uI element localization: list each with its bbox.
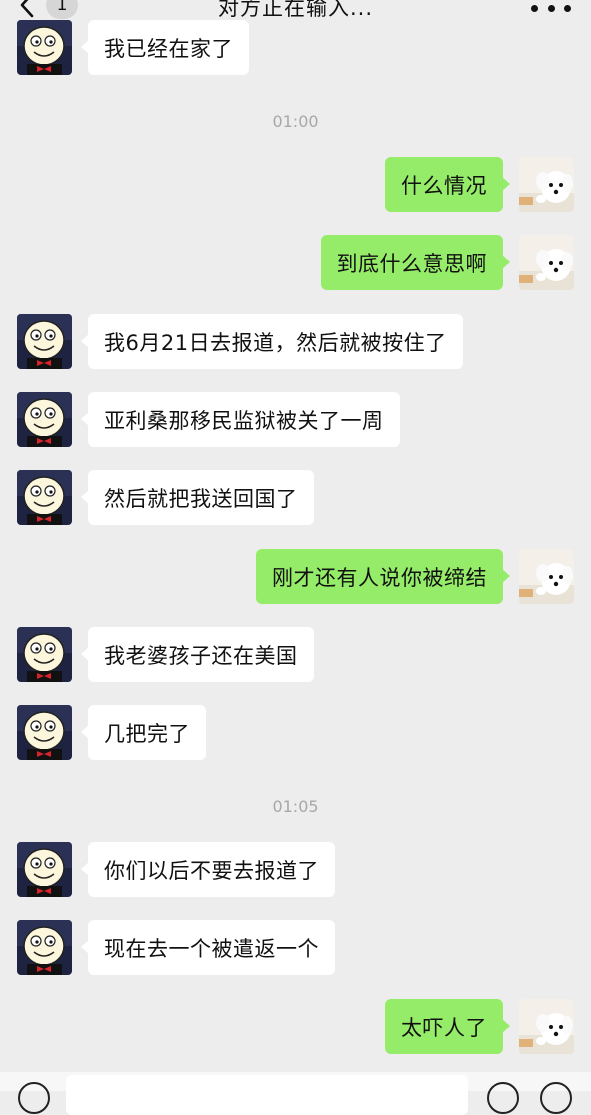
- input-bar: [0, 1072, 591, 1115]
- contact-avatar[interactable]: [17, 20, 72, 75]
- message-row: 刚才还有人说你被缔结: [0, 549, 591, 605]
- message-row: 然后就把我送回国了: [0, 470, 591, 526]
- contact-avatar[interactable]: [17, 705, 72, 760]
- message-row: 什么情况: [0, 157, 591, 213]
- more-button[interactable]: [531, 0, 571, 18]
- contact-avatar[interactable]: [17, 470, 72, 525]
- contact-avatar[interactable]: [17, 392, 72, 447]
- message-row: 亚利桑那移民监狱被关了一周: [0, 392, 591, 448]
- my-avatar[interactable]: [519, 549, 574, 604]
- message-row: 几把完了: [0, 705, 591, 761]
- received-message-bubble[interactable]: 然后就把我送回国了: [81, 470, 314, 525]
- emoji-button[interactable]: [487, 1082, 519, 1114]
- my-avatar[interactable]: [519, 235, 574, 290]
- message-row: 我老婆孩子还在美国: [0, 627, 591, 683]
- received-message-bubble[interactable]: 你们以后不要去报道了: [81, 842, 335, 897]
- contact-avatar[interactable]: [17, 920, 72, 975]
- sent-message-bubble[interactable]: 刚才还有人说你被缔结: [256, 549, 510, 604]
- timestamp: 01:05: [272, 797, 319, 816]
- received-message-bubble[interactable]: 我6月21日去报道，然后就被按住了: [81, 314, 463, 369]
- message-row: 我6月21日去报道，然后就被按住了: [0, 314, 591, 370]
- contact-avatar[interactable]: [17, 842, 72, 897]
- message-input[interactable]: [66, 1075, 468, 1115]
- sent-message-bubble[interactable]: 什么情况: [385, 157, 510, 212]
- message-row: 现在去一个被遣返一个: [0, 920, 591, 976]
- chat-title: 对方正在输入...: [217, 0, 374, 20]
- received-message-bubble[interactable]: 现在去一个被遣返一个: [81, 920, 335, 975]
- voice-button[interactable]: [18, 1082, 50, 1114]
- my-avatar[interactable]: [519, 999, 574, 1054]
- received-message-bubble[interactable]: 我已经在家了: [81, 20, 249, 75]
- received-message-bubble[interactable]: 我老婆孩子还在美国: [81, 627, 314, 682]
- sent-message-bubble[interactable]: 太吓人了: [385, 999, 510, 1054]
- received-message-bubble[interactable]: 亚利桑那移民监狱被关了一周: [81, 392, 400, 447]
- more-dots-icon: [531, 4, 538, 12]
- timestamp: 01:00: [272, 112, 319, 131]
- contact-avatar[interactable]: [17, 627, 72, 682]
- plus-button[interactable]: [540, 1082, 572, 1114]
- received-message-bubble[interactable]: 几把完了: [81, 705, 206, 760]
- message-row: 到底什么意思啊: [0, 235, 591, 291]
- my-avatar[interactable]: [519, 157, 574, 212]
- sent-message-bubble[interactable]: 到底什么意思啊: [320, 235, 510, 290]
- contact-avatar[interactable]: [17, 314, 72, 369]
- message-row: 太吓人了: [0, 999, 591, 1055]
- message-row: 我已经在家了: [0, 20, 591, 76]
- message-row: 你们以后不要去报道了: [0, 842, 591, 898]
